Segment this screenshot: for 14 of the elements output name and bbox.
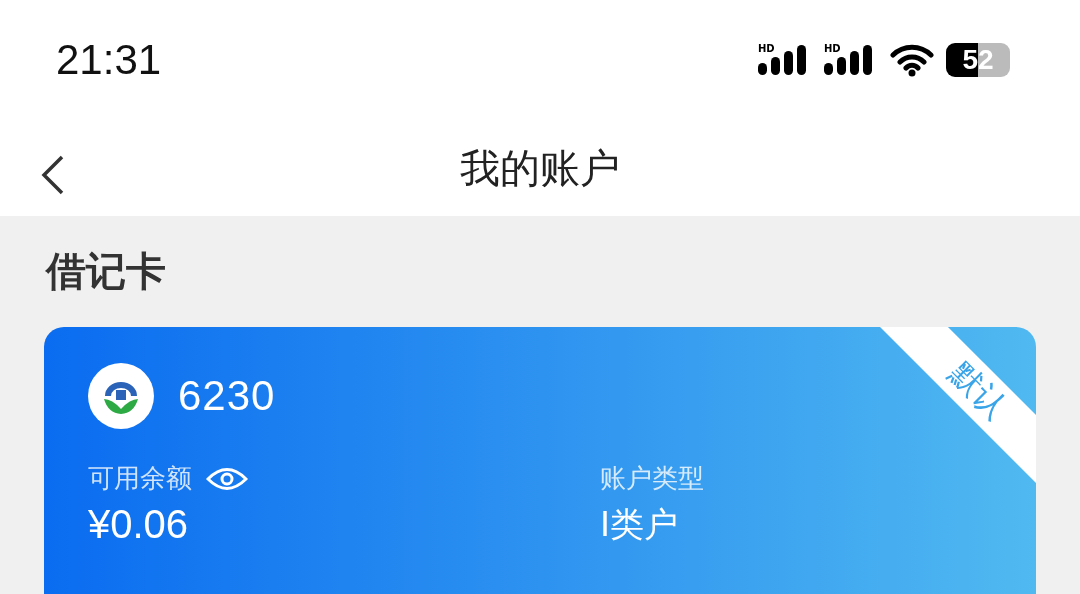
page-title: 我的账户 <box>460 143 620 193</box>
battery-indicator: 52 <box>946 43 1010 77</box>
card-number: 6230 <box>178 372 276 420</box>
account-type-label: 账户类型 <box>600 462 705 495</box>
bank-card[interactable]: 默认 6230 可用余额 账户类型 ¥0.06 I类户 <box>44 327 1036 594</box>
wifi-icon <box>890 43 934 77</box>
back-icon[interactable] <box>40 154 66 196</box>
status-time: 21:31 <box>56 36 162 84</box>
balance-amount: ¥0.06 <box>88 502 190 548</box>
eye-icon[interactable] <box>206 465 248 492</box>
account-type: I类户 <box>600 503 680 546</box>
bank-logo-icon <box>88 363 154 429</box>
section-title: 借记卡 <box>44 247 167 296</box>
balance-label: 可用余额 <box>88 462 192 495</box>
